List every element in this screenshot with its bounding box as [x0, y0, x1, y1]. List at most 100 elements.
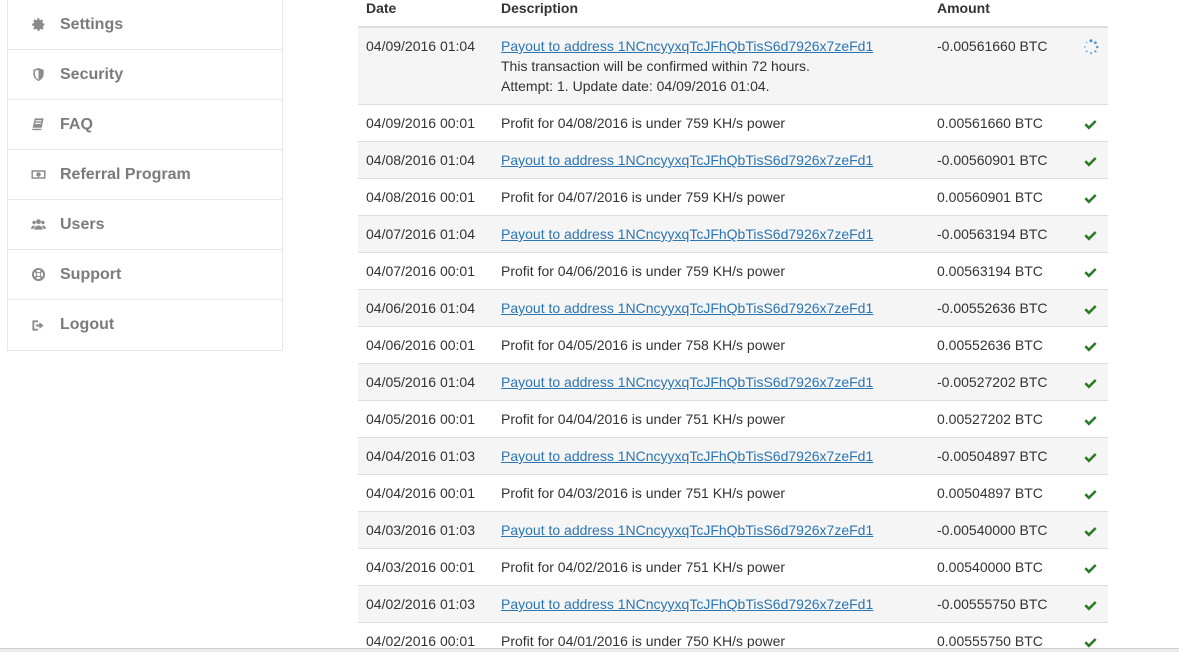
cell-amount: -0.00552636 BTC	[929, 290, 1073, 327]
sidebar-item-settings[interactable]: Settings	[8, 0, 282, 50]
table-row: 04/03/2016 00:01Profit for 04/02/2016 is…	[358, 549, 1108, 586]
sidebar-item-faq[interactable]: FAQ	[8, 100, 282, 150]
table-row: 04/06/2016 01:04 Payout to address 1NCncy…	[358, 290, 1108, 327]
shield-icon	[30, 67, 46, 83]
payout-address-link[interactable]: Payout to address 1NCncyyxqTcJFhQbTisS6d…	[501, 448, 873, 464]
cell-amount: 0.00527202 BTC	[929, 401, 1073, 438]
cell-description: Profit for 04/03/2016 is under 751 KH/s …	[493, 475, 929, 512]
cell-amount: 0.00552636 BTC	[929, 327, 1073, 364]
payout-address-link[interactable]: Payout to address 1NCncyyxqTcJFhQbTisS6d…	[501, 38, 873, 54]
sidebar-item-label: FAQ	[60, 116, 93, 134]
cell-description: Profit for 04/02/2016 is under 751 KH/s …	[493, 549, 929, 586]
cell-description: Payout to address 1NCncyyxqTcJFhQbTisS6d…	[493, 586, 929, 623]
check-icon	[1083, 633, 1098, 649]
check-icon	[1083, 522, 1098, 538]
cell-status	[1073, 549, 1108, 586]
sidebar-item-users[interactable]: Users	[8, 200, 282, 250]
cell-status	[1073, 401, 1108, 438]
payout-address-link[interactable]: Payout to address 1NCncyyxqTcJFhQbTisS6d…	[501, 300, 873, 316]
check-icon	[1083, 559, 1098, 575]
table-row: 04/08/2016 00:01Profit for 04/07/2016 is…	[358, 179, 1108, 216]
cell-date: 04/03/2016 01:03	[358, 512, 493, 549]
column-header-amount: Amount	[929, 0, 1073, 27]
cell-date: 04/09/2016 00:01	[358, 105, 493, 142]
table-row: 04/04/2016 01:03Payout to address 1NCncy…	[358, 438, 1108, 475]
spinner-icon	[1083, 38, 1099, 54]
cell-description: Profit for 04/01/2016 is under 750 KH/s …	[493, 623, 929, 659]
cell-amount: -0.00527202 BTC	[929, 364, 1073, 401]
sidebar-item-security[interactable]: Security	[8, 50, 282, 100]
payout-address-link[interactable]: Payout to address 1NCncyyxqTcJFhQbTisS6d…	[501, 374, 873, 390]
table-row-pending: 04/09/2016 01:04 Payout to address 1NCnc…	[358, 27, 1108, 105]
check-icon	[1083, 448, 1098, 464]
sidebar-item-support[interactable]: Support	[8, 250, 282, 300]
cell-status	[1073, 512, 1108, 549]
check-icon	[1083, 189, 1098, 205]
cell-amount: 0.00504897 BTC	[929, 475, 1073, 512]
payout-address-link[interactable]: Payout to address 1NCncyyxqTcJFhQbTisS6d…	[501, 226, 873, 242]
cell-description: Payout to address 1NCncyyxqTcJFhQbTisS6d…	[493, 364, 929, 401]
cell-status	[1073, 327, 1108, 364]
payout-address-link[interactable]: Payout to address 1NCncyyxqTcJFhQbTisS6d…	[501, 152, 873, 168]
cell-description: Payout to address 1NCncyyxqTcJFhQbTisS6d…	[493, 512, 929, 549]
cell-amount: -0.00504897 BTC	[929, 438, 1073, 475]
attempt-note: Attempt: 1. Update date: 04/09/2016 01:0…	[501, 76, 921, 96]
sidebar-item-referral-program[interactable]: Referral Program	[8, 150, 282, 200]
sidebar-item-label: Users	[60, 216, 104, 234]
cell-date: 04/08/2016 01:04	[358, 142, 493, 179]
lifebuoy-icon	[30, 267, 46, 283]
column-header-status	[1073, 0, 1108, 27]
horizontal-scrollbar[interactable]	[0, 648, 1179, 652]
cell-description: Payout to address 1NCncyyxqTcJFhQbTisS6d…	[493, 216, 929, 253]
cell-amount: 0.00540000 BTC	[929, 549, 1073, 586]
table-row: 04/08/2016 01:04 Payout to address 1NCncy…	[358, 142, 1108, 179]
table-row: 04/05/2016 01:04Payout to address 1NCncy…	[358, 364, 1108, 401]
book-icon	[30, 117, 46, 133]
check-icon	[1083, 337, 1098, 353]
sidebar-item-label: Support	[60, 266, 121, 284]
table-row: 04/07/2016 00:01Profit for 04/06/2016 is…	[358, 253, 1108, 290]
cell-status	[1073, 438, 1108, 475]
cell-description: Profit for 04/08/2016 is under 759 KH/s …	[493, 105, 929, 142]
sidebar-item-logout[interactable]: Logout	[8, 300, 282, 350]
cell-date: 04/08/2016 00:01	[358, 179, 493, 216]
cell-date: 04/06/2016 00:01	[358, 327, 493, 364]
cell-date: 04/06/2016 01:04	[358, 290, 493, 327]
cell-amount: 0.00560901 BTC	[929, 179, 1073, 216]
payout-address-link[interactable]: Payout to address 1NCncyyxqTcJFhQbTisS6d…	[501, 596, 873, 612]
table-row: 04/07/2016 01:04 Payout to address 1NCncy…	[358, 216, 1108, 253]
cell-status	[1073, 216, 1108, 253]
table-row: 04/03/2016 01:03 Payout to address 1NCncy…	[358, 512, 1108, 549]
cell-description: Profit for 04/06/2016 is under 759 KH/s …	[493, 253, 929, 290]
cell-amount: -0.00561660 BTC	[929, 27, 1073, 105]
table-row: 04/06/2016 00:01Profit for 04/05/2016 is…	[358, 327, 1108, 364]
cell-date: 04/07/2016 00:01	[358, 253, 493, 290]
gear-icon	[30, 17, 46, 33]
check-icon	[1083, 485, 1098, 501]
cell-date: 04/05/2016 00:01	[358, 401, 493, 438]
cell-status	[1073, 623, 1108, 659]
users-icon	[30, 217, 46, 233]
sidebar-item-label: Settings	[60, 16, 123, 34]
check-icon	[1083, 596, 1098, 612]
check-icon	[1083, 152, 1098, 168]
cell-status	[1073, 253, 1108, 290]
cell-status	[1073, 475, 1108, 512]
table-row: 04/02/2016 00:01Profit for 04/01/2016 is…	[358, 623, 1108, 659]
transactions-body: 04/09/2016 01:04 Payout to address 1NCnc…	[358, 27, 1108, 659]
cell-amount: 0.00563194 BTC	[929, 253, 1073, 290]
check-icon	[1083, 374, 1098, 390]
cell-date: 04/07/2016 01:04	[358, 216, 493, 253]
sidebar-item-label: Referral Program	[60, 166, 191, 184]
cell-date: 04/03/2016 00:01	[358, 549, 493, 586]
check-icon	[1083, 115, 1098, 131]
cell-description: Profit for 04/04/2016 is under 751 KH/s …	[493, 401, 929, 438]
cell-date: 04/09/2016 01:04	[358, 27, 493, 105]
cell-amount: -0.00560901 BTC	[929, 142, 1073, 179]
cell-date: 04/02/2016 00:01	[358, 623, 493, 659]
payout-address-link[interactable]: Payout to address 1NCncyyxqTcJFhQbTisS6d…	[501, 522, 873, 538]
cell-description: Payout to address 1NCncyyxqTcJFhQbTisS6d…	[493, 142, 929, 179]
column-header-date: Date	[358, 0, 493, 27]
check-icon	[1083, 263, 1098, 279]
sign-out-icon	[30, 317, 46, 333]
